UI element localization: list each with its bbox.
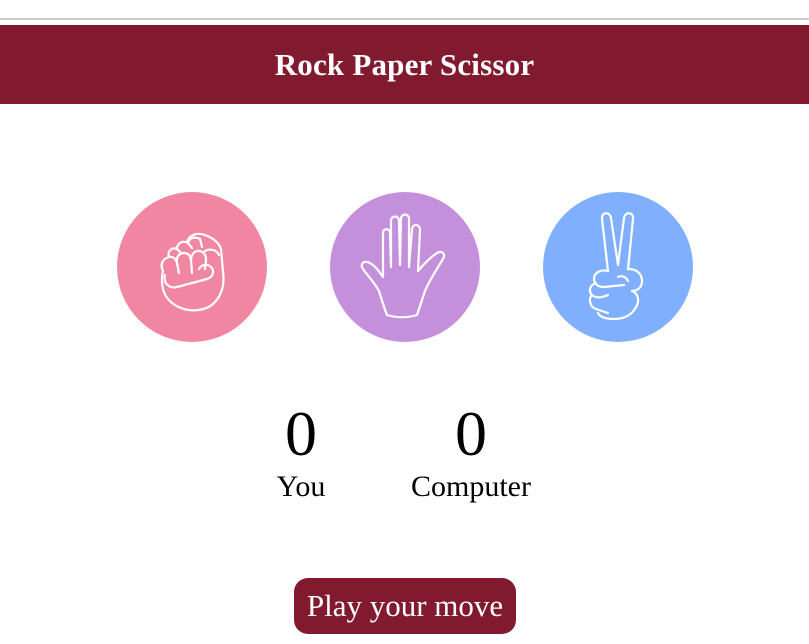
computer-score-label: Computer [411,470,531,503]
user-score-value: 0 [285,398,317,469]
computer-score: 0 Computer [391,398,551,504]
user-score-label: You [276,470,326,503]
rock-choice-button[interactable] [117,192,267,342]
page-title: Rock Paper Scissor [274,46,535,82]
top-divider [0,18,809,20]
rock-fist-icon [160,232,225,312]
scissor-choice-button[interactable] [543,192,693,342]
scissor-hand-icon [588,212,644,321]
status-message: Play your move [294,578,516,634]
app-header: Rock Paper Scissor [0,25,809,104]
computer-score-value: 0 [455,398,487,469]
user-score: 0 You [221,398,381,504]
paper-hand-icon [360,213,446,319]
paper-choice-button[interactable] [330,192,480,342]
